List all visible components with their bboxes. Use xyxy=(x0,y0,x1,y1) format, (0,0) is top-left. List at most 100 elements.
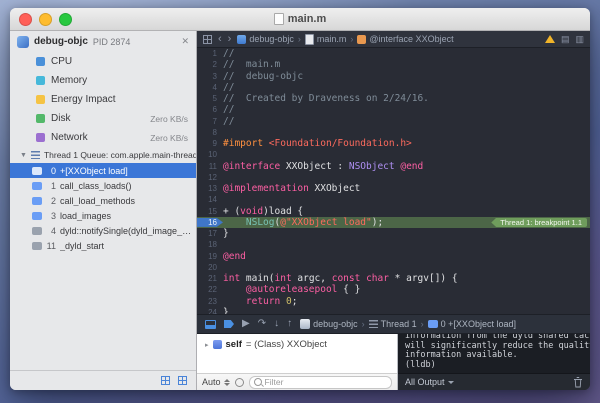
jump-bar-breadcrumb: debug-objc›main.m›@interface XXObject xyxy=(237,34,453,45)
breadcrumb-item[interactable]: main.m xyxy=(305,34,347,45)
stack-frame-row[interactable]: 11_dyld_start xyxy=(10,238,196,253)
variable-row[interactable]: ▸self= (Class) XXObject xyxy=(197,334,397,352)
related-items-icon[interactable] xyxy=(203,35,212,44)
line-number[interactable]: 23 xyxy=(197,297,223,306)
console-output[interactable]: warning: could not load any Objective-C … xyxy=(398,334,590,373)
stack-frame-row[interactable]: 2call_load_methods xyxy=(10,193,196,208)
scope-popup[interactable]: Auto xyxy=(202,377,230,387)
frame-label: dyld::notifySingle(dyld_image_states, Im… xyxy=(60,226,192,236)
breadcrumb-item[interactable]: 0 +[XXObject load] xyxy=(428,319,516,329)
code-line: 12 xyxy=(197,172,590,183)
breadcrumb-item[interactable]: debug-objc xyxy=(237,34,294,44)
app-icon xyxy=(300,319,310,329)
line-number[interactable]: 8 xyxy=(197,128,223,137)
disclosure-triangle-icon[interactable]: ▸ xyxy=(205,341,209,349)
code-line: 17} xyxy=(197,228,590,239)
line-number[interactable]: 21 xyxy=(197,274,223,283)
line-number[interactable]: 17 xyxy=(197,229,223,238)
scope-popup-label: Auto xyxy=(202,377,221,387)
line-number[interactable]: 10 xyxy=(197,150,223,159)
line-number[interactable]: 9 xyxy=(197,139,223,148)
line-number[interactable]: 7 xyxy=(197,117,223,126)
titlebar[interactable]: main.m xyxy=(10,8,590,31)
hide-debug-area-icon[interactable] xyxy=(205,320,216,329)
close-button[interactable] xyxy=(19,13,32,26)
line-number[interactable]: 12 xyxy=(197,173,223,182)
stack-frame-row[interactable]: 3load_images xyxy=(10,208,196,223)
sidebar-gauge-energy-impact[interactable]: Energy Impact xyxy=(10,90,196,109)
stack-frame-row[interactable]: 1call_class_loads() xyxy=(10,178,196,193)
zoom-button[interactable] xyxy=(59,13,72,26)
process-row[interactable]: debug-objc PID 2874 ✕ xyxy=(10,31,196,52)
list-view-icon[interactable] xyxy=(178,376,187,385)
code-text: @implementation XXObject xyxy=(223,183,360,194)
variables-view: ▸self= (Class) XXObject Auto xyxy=(197,334,398,390)
gauge-label: Memory xyxy=(51,75,87,86)
code-text: // xyxy=(223,116,234,127)
variables-filter-input[interactable] xyxy=(265,377,387,387)
code-text: // xyxy=(223,82,234,93)
continue-icon[interactable]: ▶ xyxy=(242,319,250,329)
step-out-icon[interactable]: ↑ xyxy=(287,319,292,329)
output-popup[interactable]: All Output xyxy=(405,377,454,387)
forward-icon[interactable]: › xyxy=(228,34,232,45)
line-number[interactable]: 11 xyxy=(197,162,223,171)
sidebar-gauge-cpu[interactable]: CPU xyxy=(10,52,196,71)
line-number[interactable]: 16 xyxy=(197,218,223,227)
gauge-icon xyxy=(36,57,45,66)
gauge-icon xyxy=(36,114,45,123)
sidebar-gauge-memory[interactable]: Memory xyxy=(10,71,196,90)
code-line: 11@interface XXObject : NSObject @end xyxy=(197,161,590,172)
line-number[interactable]: 3 xyxy=(197,72,223,81)
line-number[interactable]: 19 xyxy=(197,252,223,261)
line-number[interactable]: 20 xyxy=(197,263,223,272)
code-line: 8 xyxy=(197,127,590,138)
debug-bar: ▶ ↷ ↓ ↑ debug-objc›Thread 1›0 +[XXObject… xyxy=(197,314,590,333)
sidebar-gauge-network[interactable]: NetworkZero KB/s xyxy=(10,128,196,147)
symbol-icon xyxy=(357,35,366,44)
step-over-icon[interactable]: ↷ xyxy=(258,319,266,329)
stack-frame-row[interactable]: 4dyld::notifySingle(dyld_image_states, I… xyxy=(10,223,196,238)
line-number[interactable]: 14 xyxy=(197,195,223,204)
disclosure-triangle-icon[interactable]: ▼ xyxy=(20,152,27,159)
code-text: // Created by Draveness on 2/24/16. xyxy=(223,93,429,104)
sidebar-gauge-disk[interactable]: DiskZero KB/s xyxy=(10,109,196,128)
issues-icon[interactable]: ▤ xyxy=(561,35,570,44)
trash-icon[interactable] xyxy=(573,376,583,388)
line-number[interactable]: 4 xyxy=(197,83,223,92)
breakpoints-toggle-icon[interactable] xyxy=(224,320,234,328)
kill-process-icon[interactable]: ✕ xyxy=(181,36,189,47)
line-number[interactable]: 5 xyxy=(197,94,223,103)
frame-label: load_images xyxy=(60,211,111,221)
line-number[interactable]: 6 xyxy=(197,105,223,114)
line-number[interactable]: 2 xyxy=(197,60,223,69)
document-icon xyxy=(274,13,284,25)
source-editor[interactable]: 1//2// main.m3// debug-objc4//5// Create… xyxy=(197,48,590,314)
warning-icon[interactable] xyxy=(545,35,555,43)
minimize-button[interactable] xyxy=(39,13,52,26)
frame-index: 2 xyxy=(46,196,56,206)
line-number[interactable]: 13 xyxy=(197,184,223,193)
line-number[interactable]: 24 xyxy=(197,308,223,314)
breadcrumb-item[interactable]: @interface XXObject xyxy=(357,34,453,44)
line-number[interactable]: 18 xyxy=(197,240,223,249)
step-into-icon[interactable]: ↓ xyxy=(274,319,279,329)
thread-row[interactable]: ▼ Thread 1 Queue: com.apple.main-thread … xyxy=(10,147,196,163)
code-line: 9#import <Foundation/Foundation.h> xyxy=(197,138,590,149)
breakpoint-badge[interactable]: Thread 1: breakpoint 1.1 xyxy=(491,218,587,227)
breadcrumb-item[interactable]: debug-objc xyxy=(300,319,358,329)
gauge-icon xyxy=(36,76,45,85)
line-number[interactable]: 22 xyxy=(197,285,223,294)
frame-index: 1 xyxy=(46,181,56,191)
line-number[interactable]: 15 xyxy=(197,207,223,216)
line-number[interactable]: 1 xyxy=(197,49,223,58)
code-text: } xyxy=(223,307,229,314)
gauge-label: Energy Impact xyxy=(51,94,115,105)
variables-filter-field[interactable] xyxy=(249,376,392,389)
stack-frame-row[interactable]: 0+[XXObject load] xyxy=(10,163,196,178)
back-icon[interactable]: ‹ xyxy=(218,34,222,45)
gauge-view-icon[interactable] xyxy=(161,376,170,385)
assistant-editor-icon[interactable]: ▥ xyxy=(575,35,584,44)
flat-filter-icon[interactable] xyxy=(235,378,244,387)
breadcrumb-item[interactable]: Thread 1 xyxy=(369,319,417,329)
